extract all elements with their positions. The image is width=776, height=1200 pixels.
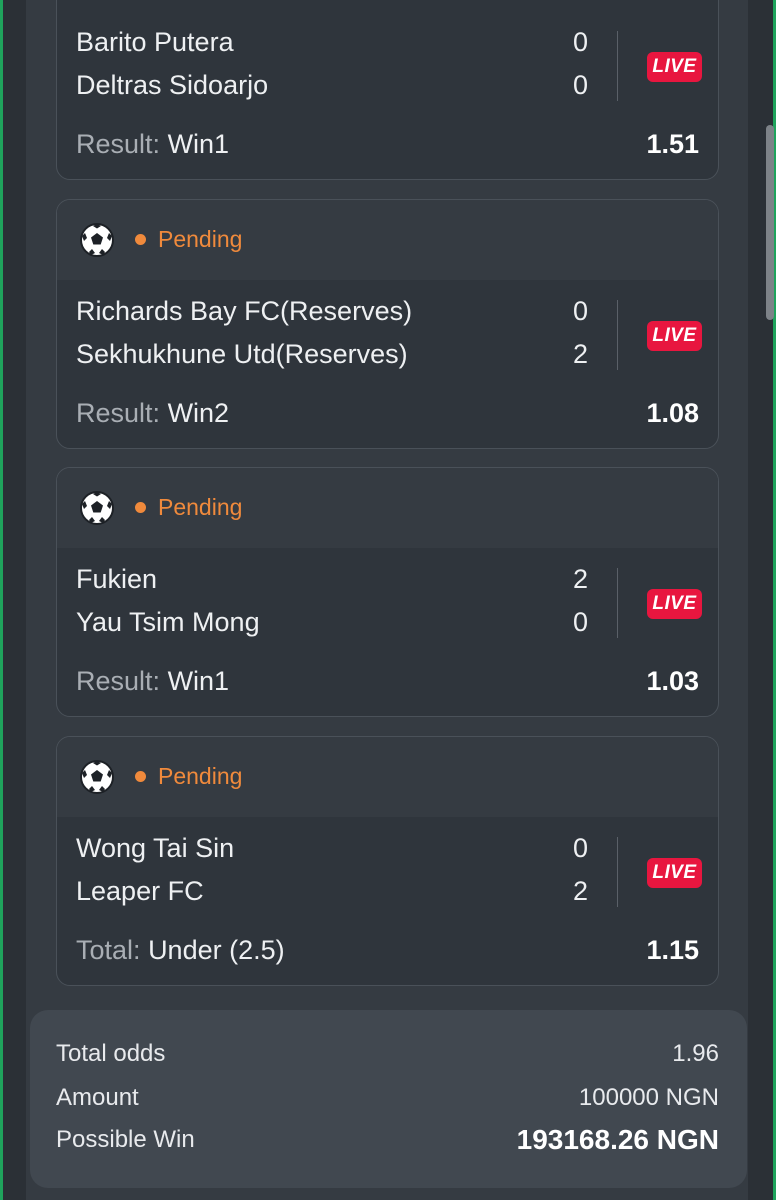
- bet-odd: 1.08: [646, 398, 699, 428]
- status-label: Pending: [158, 763, 243, 789]
- soccer-ball-icon: [80, 491, 114, 525]
- score-home: 2: [573, 564, 589, 594]
- score-home: 0: [573, 296, 589, 326]
- result-value: Win2: [167, 398, 230, 428]
- status-label: Pending: [158, 494, 243, 520]
- left-accent-edge: [0, 0, 3, 1200]
- team-home: Richards Bay FC(Reserves): [76, 296, 413, 326]
- team-away: Deltras Sidoarjo: [76, 70, 269, 100]
- status-pending: Pending: [135, 763, 242, 790]
- live-badge: LIVE: [647, 589, 702, 619]
- divider: [617, 31, 618, 101]
- bet-card: Pending Wong Tai Sin Leaper FC 0 2 LIVE …: [56, 736, 719, 986]
- divider: [617, 568, 618, 638]
- soccer-ball-icon: [80, 760, 114, 794]
- status-dot: [135, 502, 146, 513]
- scrollbar[interactable]: [766, 125, 774, 320]
- status-dot: [135, 234, 146, 245]
- score-home: 0: [573, 833, 589, 863]
- amount-row: Amount 100000 NGN: [56, 1084, 719, 1112]
- status-dot: [135, 771, 146, 782]
- bet-odd: 1.03: [646, 666, 699, 696]
- live-badge: LIVE: [647, 52, 702, 82]
- score-away: 2: [573, 339, 589, 369]
- status-label: Pending: [158, 226, 243, 252]
- status-pending: Pending: [135, 226, 242, 253]
- result-label: Result:: [76, 666, 161, 696]
- result-label: Total:: [76, 935, 141, 965]
- team-away: Yau Tsim Mong: [76, 607, 260, 637]
- result-value: Win1: [167, 129, 230, 159]
- possible-win-row: Possible Win 193168.26 NGN: [56, 1124, 719, 1156]
- total-odds-value: 1.96: [672, 1040, 719, 1067]
- divider: [617, 837, 618, 907]
- team-home: Wong Tai Sin: [76, 833, 235, 863]
- score-away: 2: [573, 876, 589, 906]
- bet-card: Barito Putera Deltras Sidoarjo 0 0 LIVE …: [56, 0, 719, 180]
- score-away: 0: [573, 607, 589, 637]
- total-odds-row: Total odds 1.96: [56, 1040, 719, 1068]
- result-line: Result: Win1: [76, 666, 229, 697]
- soccer-ball-icon: [80, 223, 114, 257]
- team-away: Leaper FC: [76, 876, 204, 906]
- divider: [617, 300, 618, 370]
- bet-card-header: Pending: [57, 200, 718, 280]
- status-pending: Pending: [135, 494, 242, 521]
- bet-summary: Total odds 1.96 Amount 100000 NGN Possib…: [30, 1010, 747, 1188]
- bet-odd: 1.15: [646, 935, 699, 965]
- bet-odd: 1.51: [646, 129, 699, 159]
- score-away: 0: [573, 70, 589, 100]
- result-value: Win1: [167, 666, 230, 696]
- amount-label: Amount: [56, 1084, 139, 1111]
- result-label: Result:: [76, 129, 161, 159]
- bet-card: Pending Fukien Yau Tsim Mong 2 0 LIVE Re…: [56, 467, 719, 717]
- bet-card-header: Pending: [57, 468, 718, 548]
- possible-win-value: 193168.26 NGN: [516, 1124, 719, 1155]
- team-away: Sekhukhune Utd(Reserves): [76, 339, 408, 369]
- result-line: Total: Under (2.5): [76, 935, 285, 966]
- bet-card-header: Pending: [57, 737, 718, 817]
- amount-value: 100000 NGN: [578, 1084, 719, 1111]
- result-value: Under (2.5): [148, 935, 285, 965]
- result-line: Result: Win1: [76, 129, 229, 160]
- bet-card: Pending Richards Bay FC(Reserves) Sekhuk…: [56, 199, 719, 449]
- result-label: Result:: [76, 398, 161, 428]
- live-badge: LIVE: [647, 858, 702, 888]
- team-home: Fukien: [76, 564, 158, 594]
- total-odds-label: Total odds: [56, 1040, 166, 1067]
- score-home: 0: [573, 27, 589, 57]
- live-badge: LIVE: [647, 321, 702, 351]
- result-line: Result: Win2: [76, 398, 229, 429]
- possible-win-label: Possible Win: [56, 1126, 195, 1153]
- team-home: Barito Putera: [76, 27, 234, 57]
